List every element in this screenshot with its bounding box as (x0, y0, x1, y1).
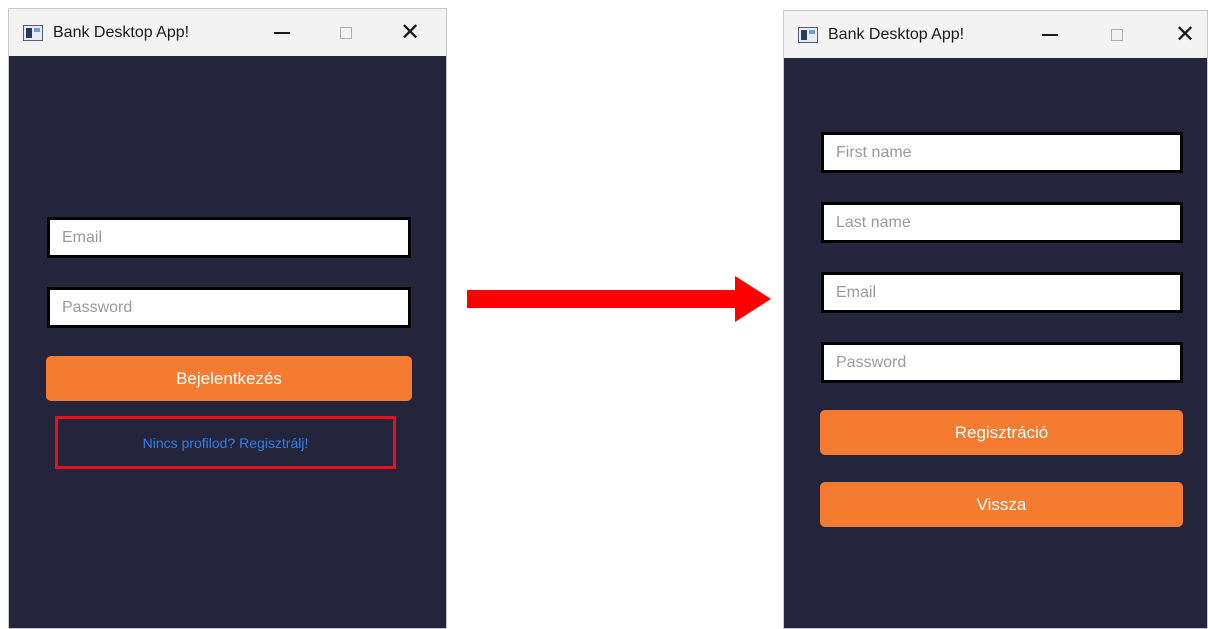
close-icon[interactable]: ✕ (1162, 11, 1207, 58)
back-button[interactable]: Vissza (820, 482, 1183, 527)
app-icon (798, 26, 818, 43)
title-bar: Bank Desktop App! ✕ (784, 11, 1207, 58)
window-title: Bank Desktop App! (828, 25, 965, 43)
register-button[interactable]: Regisztráció (820, 410, 1183, 455)
register-window: Bank Desktop App! ✕ First name Last name… (783, 10, 1208, 629)
maximize-icon[interactable] (1094, 11, 1140, 58)
first-name-field[interactable]: First name (821, 132, 1183, 173)
register-link[interactable]: Nincs profilod? Regisztrálj! (143, 435, 309, 451)
last-name-field[interactable]: Last name (821, 202, 1183, 243)
email-field[interactable]: Email (821, 272, 1183, 313)
password-field[interactable]: Password (47, 287, 411, 328)
minimize-icon[interactable] (1027, 11, 1073, 58)
login-button[interactable]: Bejelentkezés (46, 356, 412, 401)
window-title: Bank Desktop App! (53, 23, 190, 41)
close-icon[interactable]: ✕ (387, 9, 433, 56)
register-link-highlight: Nincs profilod? Regisztrálj! (55, 416, 396, 469)
title-bar: Bank Desktop App! ✕ (9, 9, 446, 56)
password-field[interactable]: Password (821, 342, 1183, 383)
minimize-icon[interactable] (259, 9, 305, 56)
login-window: Bank Desktop App! ✕ Email Password Bejel… (8, 8, 447, 629)
email-field[interactable]: Email (47, 217, 411, 258)
maximize-icon[interactable] (323, 9, 369, 56)
arrow-right-icon (467, 276, 771, 322)
app-icon (23, 24, 43, 41)
